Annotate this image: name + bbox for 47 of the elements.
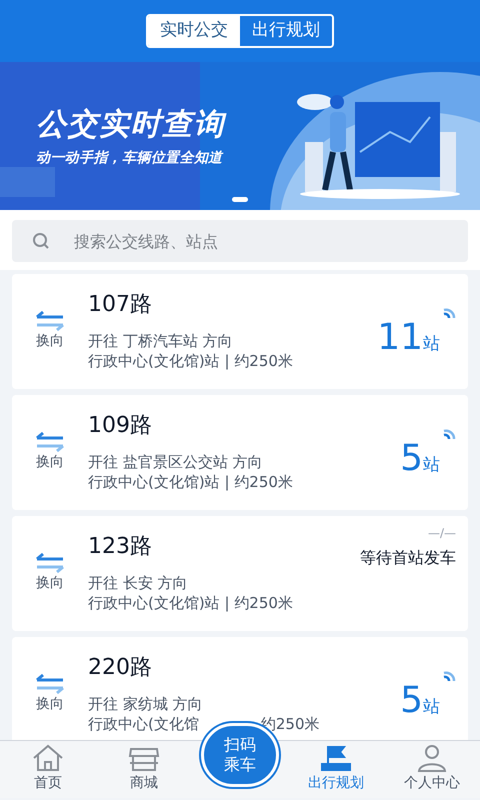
search-field[interactable]: 搜索公交线路、站点	[12, 220, 468, 262]
stop-distance-text: 行政中心(文化馆)站 | 约250米	[88, 351, 293, 372]
swap-direction-button[interactable]: 换向	[12, 311, 88, 352]
route-name: 220路	[88, 654, 153, 682]
tab[interactable]: 实时公交	[148, 16, 240, 46]
direction-text: 开往 家纺城 方向	[88, 694, 204, 714]
swap-direction-button[interactable]: 换向	[12, 674, 88, 715]
direction-text: 开往 盐官景区公交站 方向	[88, 452, 264, 472]
flag-icon	[319, 743, 353, 773]
swap-icon	[35, 674, 65, 694]
stop-count: 11	[377, 320, 423, 356]
no-signal-mark: —/—	[428, 525, 456, 542]
search-icon	[32, 232, 50, 250]
page-indicator[interactable]	[232, 197, 248, 202]
swap-icon	[35, 553, 65, 573]
home-icon	[31, 743, 65, 773]
stop-unit: 站	[423, 454, 440, 477]
stop-distance-text: 行政中心(文化馆)站 | 约250米	[88, 593, 293, 614]
nav-tab[interactable]: 商城	[96, 743, 192, 798]
signal-icon	[442, 306, 456, 320]
route-card[interactable]: 换向 107路 开往 丁桥汽车站 方向 行政中心(文化馆)站 | 约250米 11站	[12, 274, 468, 389]
user-icon	[415, 743, 449, 773]
stop-count: 5	[400, 440, 423, 477]
direction-text: 开往 长安 方向	[88, 572, 189, 594]
signal-icon	[442, 668, 456, 683]
stop-unit: 站	[423, 696, 440, 719]
route-card[interactable]: 换向 123路 开往 长安 方向 行政中心(文化馆)站 | 约250米 —/— 等待首站发车	[12, 516, 468, 631]
swap-direction-button[interactable]: 换向	[12, 432, 88, 473]
nav-tab[interactable]: 首页	[0, 743, 96, 798]
swap-icon	[35, 432, 65, 452]
stop-distance-text: 行政中心(文化馆)站 | 约250米	[88, 472, 293, 493]
stop-count: 5	[400, 682, 423, 719]
route-name: 107路	[88, 291, 153, 319]
signal-icon	[442, 426, 456, 441]
direction-text: 开往 丁桥汽车站 方向	[88, 330, 234, 352]
waiting-status: 等待首站发车	[360, 547, 456, 569]
stop-distance-text: 行政中心(文化馆	[88, 714, 199, 735]
swap-icon	[35, 311, 65, 331]
route-name: 123路	[88, 533, 153, 561]
banner-title: 公交实时查询	[36, 106, 225, 144]
nav-tab[interactable]: 个人中心	[384, 743, 480, 798]
route-card[interactable]: 换向 109路 开往 盐官景区公交站 方向 行政中心(文化馆)站 | 约250米 5站	[12, 395, 468, 510]
swap-direction-button[interactable]: 换向	[12, 553, 88, 594]
stop-unit: 站	[423, 332, 440, 356]
banner-subtitle: 动一动手指，车辆位置全知道	[36, 148, 224, 168]
route-name: 109路	[88, 412, 153, 440]
nav-tab[interactable]: 出行规划	[288, 743, 384, 798]
